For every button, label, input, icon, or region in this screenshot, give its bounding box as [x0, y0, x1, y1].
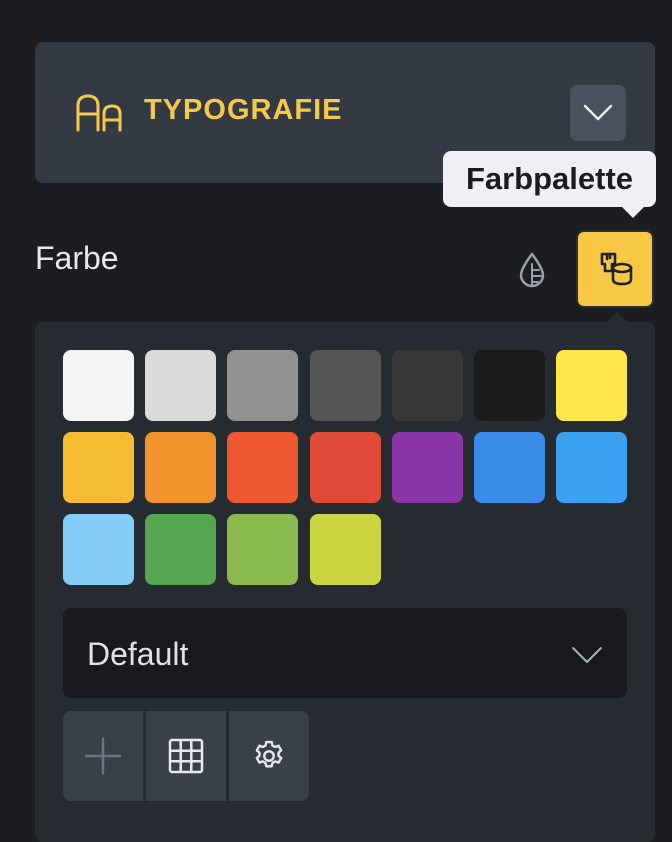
color-swatch[interactable]	[473, 350, 545, 421]
color-swatch[interactable]	[227, 432, 299, 503]
color-drop-button[interactable]	[510, 248, 554, 292]
color-drop-icon	[519, 252, 545, 288]
color-swatch[interactable]	[309, 432, 381, 503]
color-swatch[interactable]	[145, 432, 217, 503]
palette-select[interactable]: Default	[63, 608, 627, 698]
color-swatch[interactable]	[63, 514, 134, 585]
chevron-down-icon	[583, 104, 613, 121]
swatch-grid	[63, 350, 628, 585]
color-swatch[interactable]	[227, 350, 299, 421]
collapse-button[interactable]	[570, 85, 626, 141]
color-swatch[interactable]	[145, 350, 217, 421]
grid-view-button[interactable]	[146, 711, 226, 801]
plus-icon	[84, 737, 122, 775]
color-palette-button[interactable]	[576, 230, 654, 308]
section-title: TYPOGRAFIE	[144, 94, 343, 126]
settings-button[interactable]	[229, 711, 309, 801]
color-swatch[interactable]	[309, 514, 381, 585]
color-swatch[interactable]	[145, 514, 217, 585]
color-swatch[interactable]	[63, 432, 134, 503]
color-swatch[interactable]	[391, 350, 463, 421]
add-color-button[interactable]	[63, 711, 143, 801]
color-swatch[interactable]	[473, 432, 545, 503]
palette-tooltip: Farbpalette	[443, 151, 656, 207]
color-label: Farbe	[35, 240, 119, 276]
color-swatch[interactable]	[556, 350, 628, 421]
color-swatch[interactable]	[309, 350, 381, 421]
grid-icon	[168, 738, 204, 774]
color-swatch[interactable]	[391, 432, 463, 503]
chevron-down-icon	[572, 647, 602, 663]
gear-icon	[255, 740, 283, 768]
color-swatch[interactable]	[227, 514, 299, 585]
palette-select-value: Default	[87, 636, 189, 672]
color-swatch[interactable]	[63, 350, 134, 421]
tooltip-arrow	[622, 207, 644, 218]
paint-bucket-icon	[600, 252, 633, 286]
tooltip-text: Farbpalette	[465, 161, 634, 196]
palette-toolbar	[63, 711, 309, 801]
color-palette-panel: Default	[35, 322, 655, 842]
color-swatch[interactable]	[556, 432, 628, 503]
typography-icon	[76, 94, 122, 132]
